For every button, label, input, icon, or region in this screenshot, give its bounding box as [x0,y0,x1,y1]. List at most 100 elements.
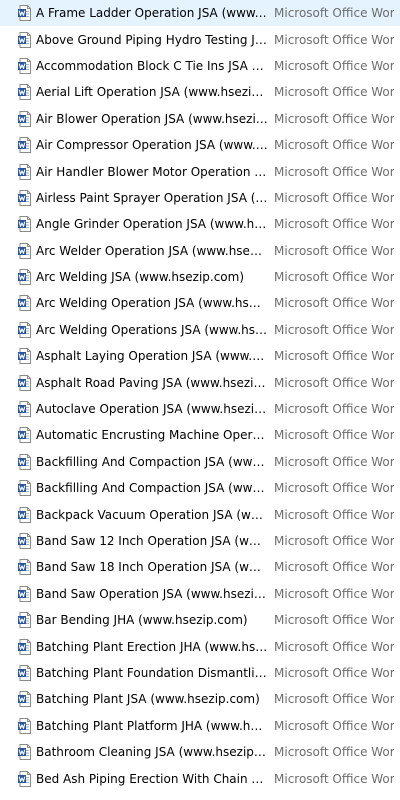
file-name: Batching Plant Erection JHA (www.hsezip.… [36,639,268,654]
word-document-icon [18,84,31,101]
file-row[interactable]: Bar Bending JHA (www.hsezip.com) Microsof… [0,607,400,633]
file-row[interactable]: Arc Welding Operations JSA (www.hsezip.c… [0,317,400,343]
file-type: Microsoft Office Word Document [274,454,394,469]
file-type: Microsoft Office Word Document [274,322,394,337]
word-document-icon [18,664,31,681]
word-document-icon [18,533,31,549]
word-document-icon [18,744,31,761]
file-row[interactable]: Arc Welding Operation JSA (www.hsezip.co… [0,290,400,316]
file-name: Arc Welder Operation JSA (www.hsezip.com… [36,243,268,258]
file-name: Aerial Lift Operation JSA (www.hsezip.co… [36,85,268,100]
file-name: Autoclave Operation JSA (www.hsezip.com) [36,402,268,417]
file-row[interactable]: A Frame Ladder Operation JSA (www.hsezip… [0,0,400,27]
word-document-icon [18,401,31,418]
file-row[interactable]: Arc Welding JSA (www.hsezip.com) Microsof… [0,264,400,290]
file-row[interactable]: Air Compressor Operation JSA (www.hsezip… [0,132,400,158]
file-name: Bathroom Cleaning JSA (www.hsezip.com) [36,745,268,760]
file-type: Microsoft Office Word Document [274,534,394,548]
file-type: Microsoft Office Word Document [274,560,394,575]
file-type: Microsoft Office Word Document [274,85,394,100]
file-row[interactable]: Air Handler Blower Motor Operation JSA (… [0,158,400,184]
word-document-icon [18,691,31,708]
word-document-icon [18,137,31,154]
file-name: Asphalt Road Paving JSA (www.hsezip.com) [36,375,268,390]
file-row[interactable]: Band Saw 12 Inch Operation JSA (www.hsez… [0,528,400,554]
file-row[interactable]: Bathroom Cleaning JSA (www.hsezip.com) Mi… [0,739,400,765]
file-name: Arc Welding Operation JSA (www.hsezip.co… [36,296,268,311]
word-document-icon [18,453,31,470]
file-name: Accommodation Block C Tie Ins JSA (www.h… [36,58,268,73]
file-type: Microsoft Office Word Document [274,481,394,496]
file-row[interactable]: Aerial Lift Operation JSA (www.hsezip.co… [0,79,400,105]
word-document-icon [18,638,31,655]
file-type: Microsoft Office Word Document [274,718,394,733]
file-type: Microsoft Office Word Document [274,58,394,73]
file-type: Microsoft Office Word Document [274,613,394,628]
file-row[interactable]: Bed Ash Piping Erection With Chain Pulle… [0,765,400,791]
file-name: Air Compressor Operation JSA (www.hsezip… [36,138,268,153]
file-row[interactable]: Batching Plant Erection JHA (www.hsezip.… [0,633,400,659]
file-type: Microsoft Office Word Document [274,639,394,654]
file-row[interactable]: Batching Plant JSA (www.hsezip.com) Micro… [0,686,400,712]
file-type: Microsoft Office Word Document [274,217,394,232]
file-row[interactable]: Batching Plant Platform JHA (www.hsezip.… [0,713,400,739]
file-row[interactable]: Above Ground Piping Hydro Testing JSA (w… [0,26,400,52]
file-type: Microsoft Office Word Document [274,243,394,258]
file-row[interactable]: Angle Grinder Operation JSA (www.hsezip.… [0,211,400,237]
file-name: Bar Bending JHA (www.hsezip.com) [36,613,248,628]
file-row[interactable]: Arc Welder Operation JSA (www.hsezip.com… [0,238,400,264]
file-type: Microsoft Office Word Document [274,32,394,47]
file-name: Band Saw 18 Inch Operation JSA (www.hsez… [36,560,268,575]
file-row[interactable]: Backfilling And Compaction JSA (www.hsez… [0,449,400,475]
file-name: Air Blower Operation JSA (www.hsezip.com… [36,111,268,126]
file-name: Band Saw Operation JSA (www.hsezip.com) [36,586,268,601]
file-row[interactable]: Backfilling And Compaction JSA (www.hsez… [0,475,400,501]
word-document-icon [18,506,31,523]
word-document-icon [18,163,31,180]
word-document-icon [18,374,31,391]
word-document-icon [18,480,31,497]
file-name: Above Ground Piping Hydro Testing JSA (w… [36,32,268,47]
word-document-icon [18,427,31,444]
file-row[interactable]: Airless Paint Sprayer Operation JSA (www… [0,185,400,211]
word-document-icon [18,110,31,127]
word-document-icon [18,585,31,602]
file-type: Microsoft Office Word Document [274,665,394,680]
file-name: Air Handler Blower Motor Operation JSA (… [36,164,268,179]
word-document-icon [18,348,31,365]
file-row[interactable]: Accommodation Block C Tie Ins JSA (www.h… [0,53,400,79]
file-row[interactable]: Band Saw Operation JSA (www.hsezip.com) M… [0,581,400,607]
file-list: A Frame Ladder Operation JSA (www.hsezip… [0,0,400,800]
file-type: Microsoft Office Word Document [274,190,394,205]
file-name: Asphalt Laying Operation JSA (www.hsezip… [36,349,268,364]
file-row[interactable]: Asphalt Road Paving JSA (www.hsezip.com)… [0,369,400,395]
file-name: Bed Ash Piping Erection With Chain Pulle… [36,771,268,786]
file-type: Microsoft Office Word Document [274,428,394,443]
word-document-icon [18,216,31,233]
file-type: Microsoft Office Word Document [274,164,394,179]
file-name: A Frame Ladder Operation JSA (www.hsezip… [36,6,268,21]
file-row[interactable]: Automatic Encrusting Machine Operation J… [0,422,400,448]
file-row[interactable]: Batching Plant Foundation Dismantling JS… [0,660,400,686]
file-row[interactable]: Air Blower Operation JSA (www.hsezip.com… [0,106,400,132]
word-document-icon [18,612,31,629]
file-type: Microsoft Office Word Document [274,692,394,707]
file-row[interactable]: Backpack Vacuum Operation JSA (www.hsezi… [0,501,400,527]
file-name: Backpack Vacuum Operation JSA (www.hsezi… [36,507,268,522]
file-name: Automatic Encrusting Machine Operation J… [36,428,268,443]
file-row[interactable]: Asphalt Laying Operation JSA (www.hsezip… [0,343,400,369]
word-document-icon [18,242,31,259]
file-type: Microsoft Office Word Document [274,296,394,311]
file-type: Microsoft Office Word Document [274,507,394,522]
word-document-icon [18,5,31,22]
file-type: Microsoft Office Word Document [274,375,394,390]
file-type: Microsoft Office Word Document [274,349,394,364]
file-type: Microsoft Office Word Document [274,6,394,21]
file-row[interactable]: Autoclave Operation JSA (www.hsezip.com)… [0,396,400,422]
file-name: Batching Plant JSA (www.hsezip.com) [36,692,260,707]
file-name: Backfilling And Compaction JSA (www.hsez… [36,481,268,496]
file-type: Microsoft Office Word Document [274,402,394,417]
word-document-icon [18,321,31,338]
file-row[interactable]: Band Saw 18 Inch Operation JSA (www.hsez… [0,554,400,580]
word-document-icon [18,189,31,206]
